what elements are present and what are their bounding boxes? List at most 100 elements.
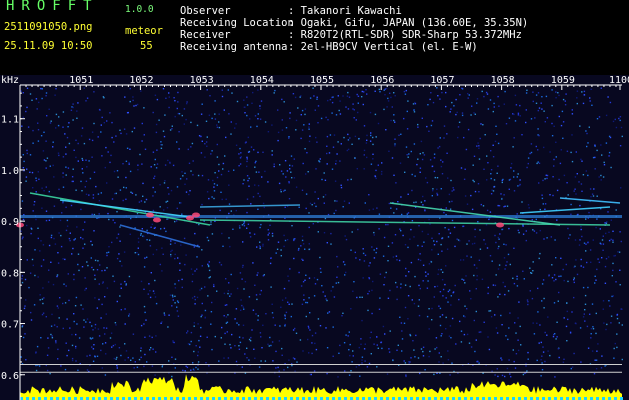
noise-pixel	[345, 238, 348, 241]
noise-pixel	[505, 123, 508, 125]
noise-pixel	[423, 241, 425, 243]
noise-pixel	[314, 342, 316, 345]
noise-pixel	[580, 258, 582, 261]
noise-pixel	[207, 179, 210, 181]
noise-pixel	[516, 176, 518, 178]
noise-pixel	[363, 91, 365, 93]
noise-pixel	[530, 151, 533, 154]
noise-pixel	[489, 310, 492, 312]
noise-pixel	[161, 247, 163, 249]
noise-pixel	[305, 193, 308, 195]
noise-pixel	[466, 255, 468, 257]
noise-pixel	[174, 358, 177, 360]
noise-pixel	[162, 253, 164, 255]
noise-pixel	[193, 369, 195, 371]
noise-pixel	[236, 100, 239, 103]
noise-pixel	[530, 118, 533, 120]
noise-pixel	[80, 135, 83, 137]
noise-pixel	[478, 331, 480, 333]
noise-pixel	[546, 174, 549, 177]
noise-pixel	[111, 136, 113, 139]
noise-pixel	[479, 137, 481, 140]
noise-pixel	[286, 239, 289, 241]
noise-pixel	[372, 158, 374, 160]
noise-pixel	[244, 112, 246, 114]
noise-pixel	[492, 156, 495, 158]
noise-pixel	[491, 189, 493, 191]
noise-pixel	[507, 290, 510, 292]
noise-pixel	[329, 134, 332, 136]
noise-pixel	[171, 356, 173, 358]
noise-pixel	[504, 268, 506, 270]
noise-pixel	[370, 163, 373, 165]
noise-pixel	[364, 254, 367, 256]
noise-pixel	[334, 200, 336, 202]
noise-pixel	[235, 123, 237, 125]
noise-pixel	[302, 350, 304, 352]
noise-pixel	[75, 345, 77, 348]
noise-pixel	[455, 98, 457, 101]
noise-pixel	[62, 302, 64, 305]
noise-pixel	[582, 266, 585, 268]
noise-pixel	[590, 261, 592, 263]
noise-pixel	[589, 313, 591, 315]
noise-pixel	[457, 136, 459, 139]
noise-pixel	[86, 355, 88, 357]
noise-pixel	[228, 237, 230, 239]
noise-pixel	[359, 296, 361, 298]
noise-pixel	[115, 324, 117, 326]
noise-pixel	[254, 357, 256, 359]
noise-pixel	[326, 242, 328, 244]
noise-pixel	[303, 294, 305, 296]
noise-pixel	[447, 177, 449, 179]
noise-pixel	[115, 358, 117, 360]
noise-pixel	[335, 160, 337, 162]
noise-pixel	[506, 261, 508, 263]
noise-pixel	[311, 334, 314, 337]
noise-pixel	[439, 372, 441, 374]
noise-pixel	[155, 302, 158, 305]
noise-pixel	[470, 298, 472, 300]
noise-pixel	[201, 103, 203, 105]
noise-pixel	[249, 236, 252, 238]
noise-pixel	[428, 328, 430, 330]
noise-pixel	[364, 343, 366, 345]
y-tick-label: 0.6	[1, 371, 19, 382]
noise-pixel	[162, 88, 165, 90]
noise-pixel	[362, 248, 364, 250]
noise-pixel	[73, 278, 75, 281]
noise-pixel	[304, 248, 306, 250]
noise-pixel	[453, 226, 456, 229]
noise-pixel	[161, 270, 163, 272]
noise-pixel	[558, 275, 560, 278]
noise-pixel	[257, 192, 259, 195]
noise-pixel	[243, 223, 245, 225]
noise-pixel	[443, 137, 445, 139]
noise-pixel	[246, 175, 249, 177]
noise-pixel	[290, 171, 292, 173]
noise-pixel	[81, 157, 83, 160]
app-name: HROFFT	[6, 0, 99, 14]
noise-pixel	[409, 285, 411, 288]
noise-pixel	[487, 336, 489, 338]
noise-pixel	[350, 178, 352, 181]
noise-pixel	[347, 148, 350, 151]
noise-pixel	[320, 271, 322, 273]
noise-pixel	[496, 332, 499, 334]
noise-pixel	[323, 172, 325, 174]
noise-pixel	[37, 237, 39, 240]
noise-pixel	[388, 150, 390, 152]
noise-pixel	[437, 273, 439, 275]
noise-pixel	[303, 299, 305, 301]
noise-pixel	[388, 202, 390, 205]
noise-pixel	[503, 206, 505, 208]
noise-pixel	[565, 93, 567, 95]
noise-pixel	[99, 109, 101, 111]
noise-pixel	[437, 253, 439, 255]
noise-pixel	[238, 153, 240, 155]
noise-pixel	[224, 155, 226, 157]
noise-pixel	[347, 133, 349, 136]
noise-pixel	[544, 360, 546, 363]
noise-pixel	[69, 327, 71, 329]
noise-pixel	[242, 241, 244, 243]
